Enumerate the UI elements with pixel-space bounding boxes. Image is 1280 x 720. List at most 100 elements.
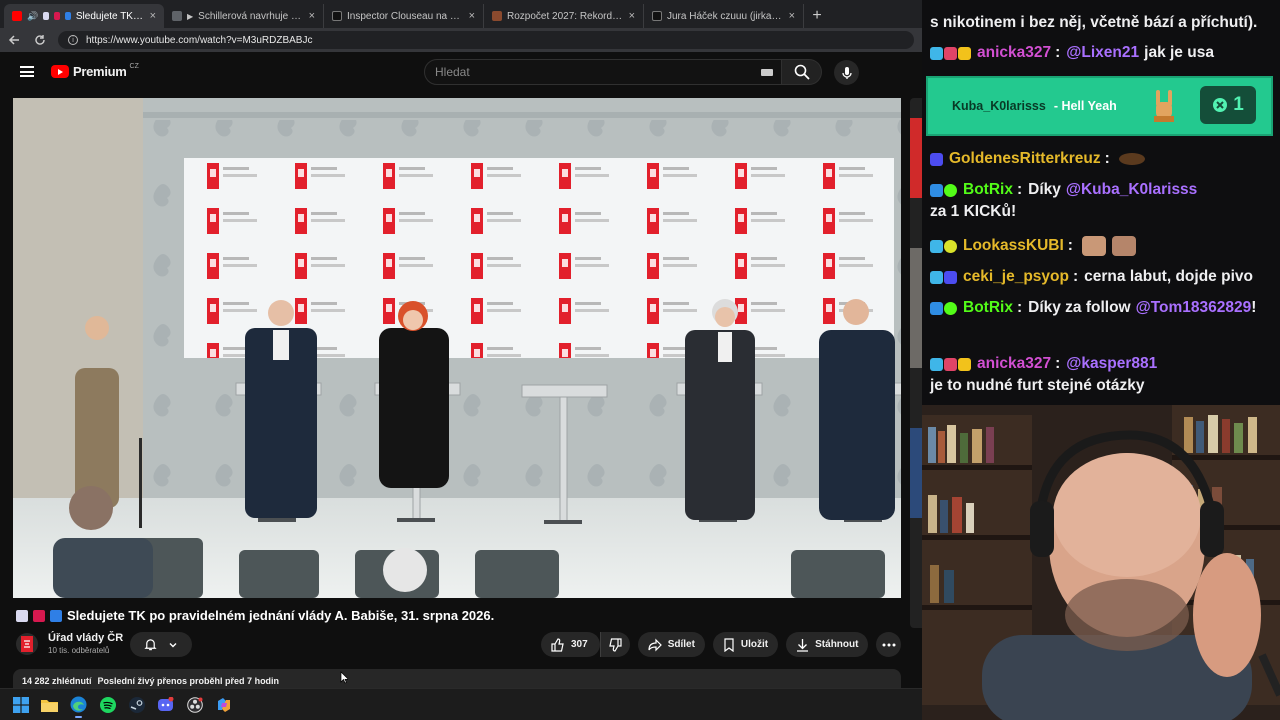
save-button[interactable]: Uložit bbox=[712, 632, 779, 657]
keyboard-icon[interactable] bbox=[761, 69, 773, 76]
chat-text: je to nudné furt stejné otázky bbox=[930, 377, 1145, 394]
video-player[interactable] bbox=[13, 98, 901, 598]
tab-close-icon[interactable]: × bbox=[629, 10, 635, 22]
steam-icon[interactable] bbox=[128, 696, 145, 713]
chat-username[interactable]: GoldenesRitterkreuz bbox=[949, 148, 1101, 170]
youtube-favicon-icon bbox=[12, 11, 22, 21]
copilot-icon[interactable] bbox=[215, 696, 232, 713]
emote-icon bbox=[1081, 236, 1106, 256]
chat-mention[interactable]: @Lixen21 bbox=[1066, 42, 1139, 64]
channel-name[interactable]: Úřad vlády ČR bbox=[48, 632, 123, 644]
search-button[interactable] bbox=[782, 59, 822, 85]
share-icon bbox=[648, 638, 662, 651]
reload-icon[interactable] bbox=[32, 32, 48, 48]
tab-inspector[interactable]: Inspector Clouseau na platformě X × bbox=[324, 4, 484, 28]
bot-badge-icon bbox=[930, 301, 943, 315]
chat-mention[interactable]: @Kuba_K0larisss bbox=[1066, 179, 1197, 201]
windows-taskbar bbox=[0, 688, 922, 720]
tab-play-icon: ▶ bbox=[187, 11, 194, 21]
news-favicon-icon bbox=[492, 11, 502, 21]
preview-thumb bbox=[910, 248, 922, 368]
chat-colon: : bbox=[1055, 355, 1061, 372]
tab-jura[interactable]: Jura Háček czuuu (jirka maso :) na X × bbox=[644, 4, 804, 28]
badges bbox=[930, 301, 957, 315]
subscription-bell-button[interactable] bbox=[130, 632, 192, 657]
white-square-icon bbox=[43, 12, 50, 20]
chat-colon: : bbox=[1016, 299, 1023, 316]
chat-username[interactable]: anicka327 bbox=[977, 42, 1051, 64]
chat-message: ceki_je_psyop : cerna labut, dojde pivo bbox=[930, 266, 1274, 288]
obs-icon[interactable] bbox=[186, 696, 203, 713]
discord-icon[interactable] bbox=[157, 696, 174, 713]
next-video-preview[interactable] bbox=[910, 98, 922, 628]
screen: 🔊 Sledujete TK po prav × ▶ Schillerová n… bbox=[0, 0, 1280, 720]
chat-username[interactable]: BotRix bbox=[963, 179, 1013, 201]
tab-close-icon[interactable]: × bbox=[309, 10, 315, 22]
blue-square-icon bbox=[65, 12, 71, 20]
thumbs-down-icon bbox=[609, 637, 622, 652]
red-square-icon bbox=[33, 609, 45, 622]
search-input[interactable]: Hledat bbox=[424, 59, 782, 85]
site-info-icon[interactable]: i bbox=[68, 35, 78, 45]
chat-message: s nikotinem i bez něj, včetně bází a pří… bbox=[930, 12, 1274, 34]
video-actions: 307 Sdílet Uložit Stáhnout bbox=[541, 632, 902, 657]
back-arrow-icon[interactable] bbox=[6, 32, 22, 48]
tab-close-icon[interactable]: × bbox=[469, 10, 475, 22]
preview-thumb bbox=[910, 118, 922, 198]
tab-youtube[interactable]: 🔊 Sledujete TK po prav × bbox=[4, 4, 164, 28]
banner-message: - Hell Yeah bbox=[1053, 99, 1117, 113]
tab-close-icon[interactable]: × bbox=[789, 10, 795, 22]
search-placeholder: Hledat bbox=[435, 65, 470, 79]
chat-username[interactable]: LookassKUBI bbox=[963, 235, 1064, 257]
badges bbox=[930, 46, 971, 60]
banner-user[interactable]: Kuba_K0larisss bbox=[952, 95, 1046, 117]
chat-username[interactable]: ceki_je_psyop bbox=[963, 266, 1069, 288]
logo-text: Premium bbox=[73, 64, 127, 79]
channel-avatar[interactable] bbox=[16, 632, 38, 655]
chat-mention[interactable]: @kasper881 bbox=[1066, 353, 1157, 375]
x-favicon-icon bbox=[652, 11, 662, 21]
badges bbox=[930, 239, 957, 253]
cube-badge-icon bbox=[930, 357, 943, 371]
channel-text: Úřad vlády ČR 10 tis. odběratelů bbox=[48, 632, 123, 655]
chat-mention[interactable]: @Tom18362829 bbox=[1136, 297, 1252, 319]
description-box[interactable]: 14 282 zhlédnutí Poslední živý přenos pr… bbox=[13, 669, 901, 688]
edge-browser-icon[interactable] bbox=[70, 696, 87, 718]
youtube-play-icon bbox=[51, 65, 69, 78]
menu-icon[interactable] bbox=[20, 66, 34, 77]
chat-colon: : bbox=[1072, 268, 1079, 285]
kicks-banner: Kuba_K0larisss - Hell Yeah 1 bbox=[926, 76, 1273, 136]
address-bar: i https://www.youtube.com/watch?v=M3uRDZ… bbox=[0, 28, 922, 52]
dislike-button[interactable] bbox=[599, 632, 630, 657]
more-actions-button[interactable] bbox=[876, 632, 902, 657]
spotify-icon[interactable] bbox=[99, 696, 116, 713]
crown-badge-icon bbox=[958, 46, 971, 60]
thumbs-up-icon bbox=[551, 637, 564, 652]
like-button[interactable]: 307 bbox=[541, 632, 600, 657]
emote-icon bbox=[1111, 236, 1136, 256]
new-tab-button[interactable]: + bbox=[804, 4, 830, 28]
chat-text: jak je usa bbox=[1144, 44, 1214, 61]
share-button[interactable]: Sdílet bbox=[637, 632, 705, 657]
download-button[interactable]: Stáhnout bbox=[786, 632, 869, 657]
bookmark-icon bbox=[724, 637, 734, 652]
download-label: Stáhnout bbox=[815, 639, 859, 650]
search-icon bbox=[794, 64, 810, 80]
tab-close-icon[interactable]: × bbox=[150, 10, 156, 22]
lemon-badge-icon bbox=[944, 239, 957, 253]
video-title: Sledujete TK po pravidelném jednání vlád… bbox=[67, 608, 495, 623]
windows-start-icon[interactable] bbox=[12, 696, 29, 713]
tab-rozpocet[interactable]: Rozpočet 2027: Rekordní investice × bbox=[484, 4, 644, 28]
mouse-cursor-icon bbox=[340, 671, 348, 684]
voice-search-button[interactable] bbox=[834, 60, 859, 85]
chat-username[interactable]: anicka327 bbox=[977, 353, 1051, 375]
speaker-icon[interactable]: 🔊 bbox=[27, 11, 38, 22]
chat-message: BotRix : Díky za follow @Tom18362829 ! bbox=[930, 297, 1274, 319]
channel-info[interactable]: Úřad vlády ČR 10 tis. odběratelů bbox=[16, 632, 123, 655]
chat-username[interactable]: BotRix bbox=[963, 297, 1013, 319]
file-explorer-icon[interactable] bbox=[41, 696, 58, 713]
white-square-icon bbox=[16, 609, 28, 622]
url-field[interactable]: i https://www.youtube.com/watch?v=M3uRDZ… bbox=[58, 31, 914, 49]
tab-schillerova[interactable]: ▶ Schillerová navrhuje schodek r × bbox=[164, 4, 324, 28]
youtube-logo[interactable]: Premium CZ bbox=[51, 63, 139, 79]
